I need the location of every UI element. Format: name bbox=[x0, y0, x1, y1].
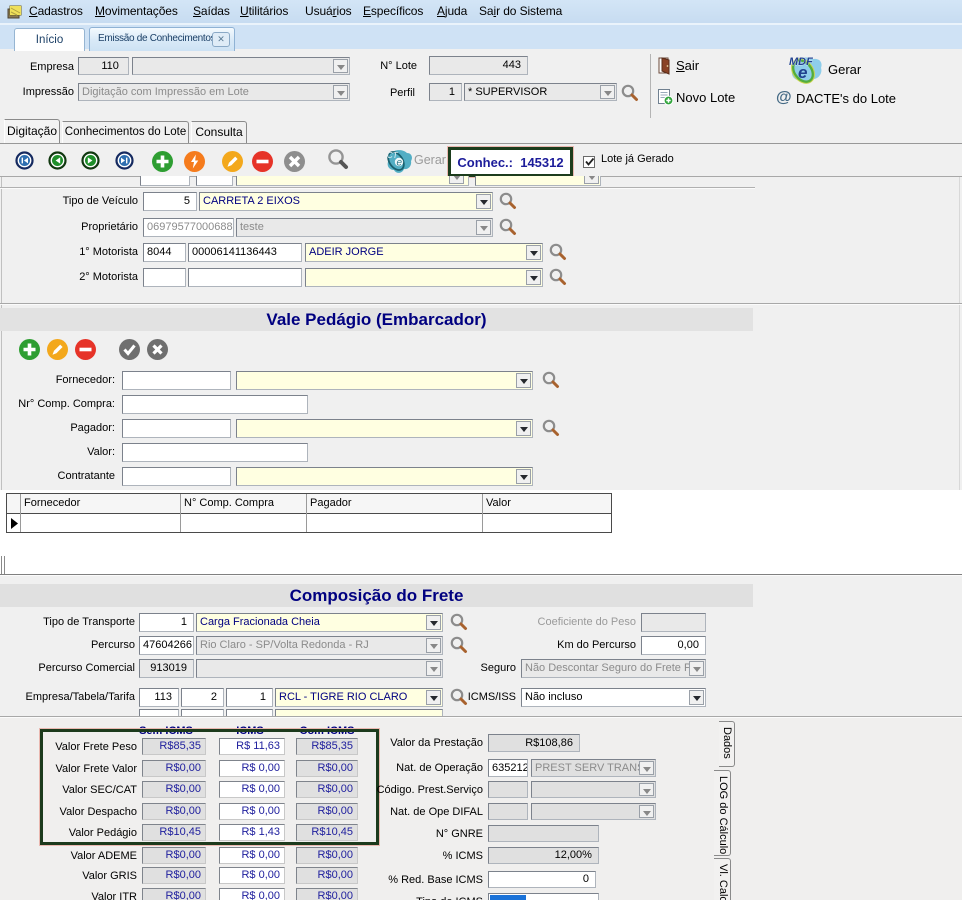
svg-text:e: e bbox=[798, 63, 807, 82]
svg-text:e: e bbox=[397, 158, 403, 169]
